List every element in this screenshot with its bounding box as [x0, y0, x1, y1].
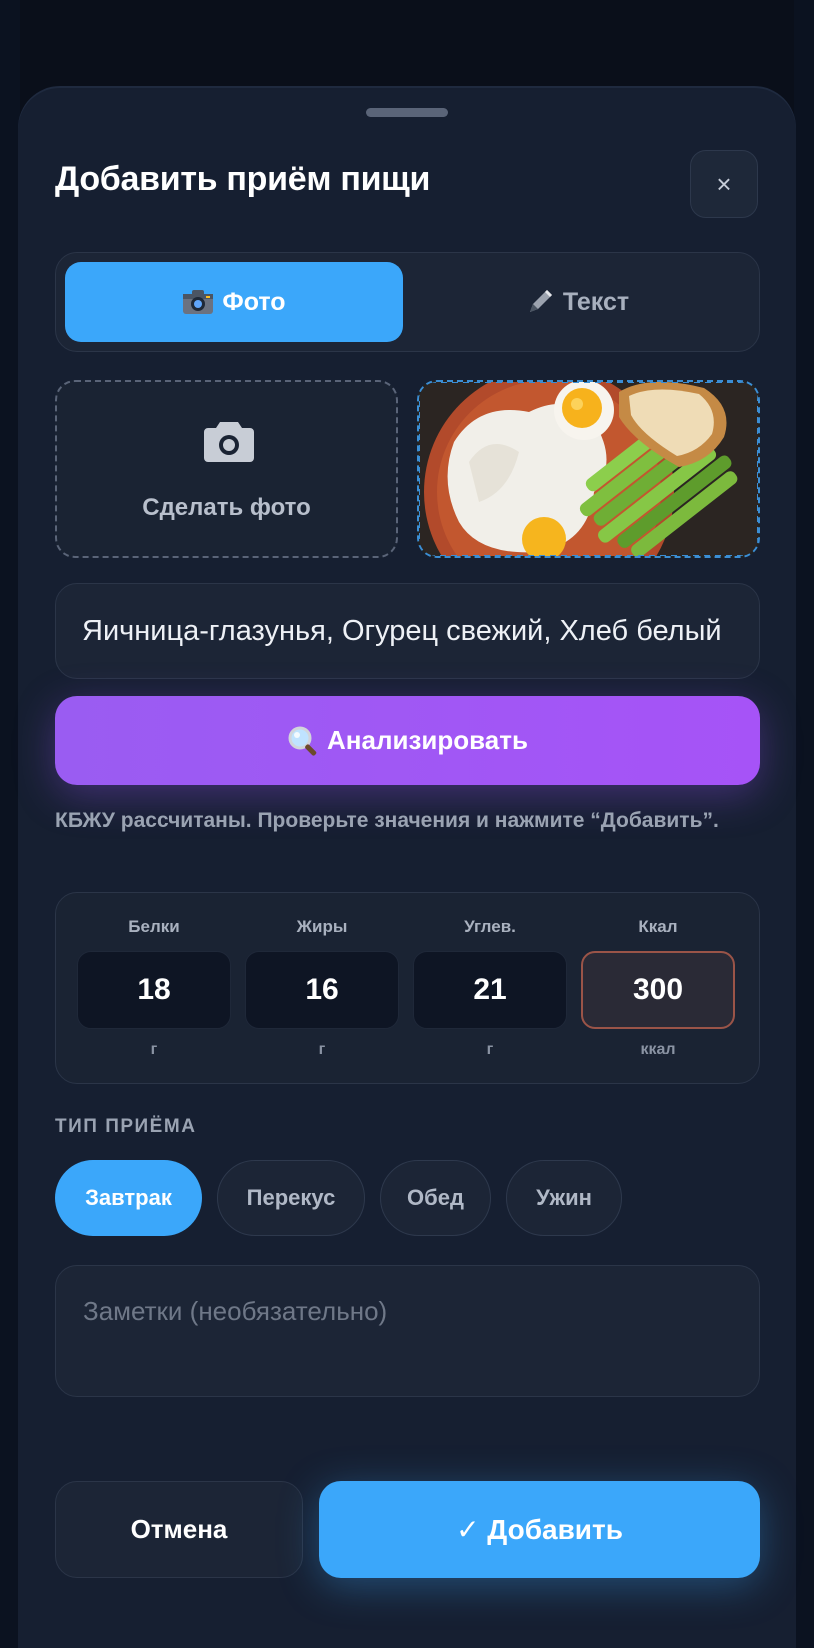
- analyze-label: Анализировать: [327, 725, 528, 755]
- notes-placeholder: Заметки (необязательно): [83, 1296, 388, 1326]
- notes-textarea[interactable]: Заметки (необязательно): [55, 1265, 760, 1397]
- close-button[interactable]: ×: [690, 150, 758, 218]
- macro-protein-input[interactable]: 18: [77, 951, 231, 1029]
- food-description-value: Яичница-глазунья, Огурец свежий, Хлеб бе…: [82, 614, 722, 647]
- analysis-hint: КБЖУ рассчитаны. Проверьте значения и на…: [55, 809, 719, 832]
- photo-preview[interactable]: [417, 380, 760, 558]
- take-photo-button[interactable]: Сделать фото: [55, 380, 398, 558]
- macro-fat-label: Жиры: [296, 917, 348, 936]
- macro-carbs-input[interactable]: 21: [413, 951, 567, 1029]
- macro-fat-input[interactable]: 16: [245, 951, 399, 1029]
- take-photo-label: Сделать фото: [142, 494, 311, 521]
- tab-photo[interactable]: Фото: [65, 262, 403, 342]
- macro-kcal-label: Ккал: [638, 917, 678, 936]
- cancel-button[interactable]: Отмена: [55, 1481, 303, 1578]
- analyze-button[interactable]: Анализировать: [55, 696, 760, 785]
- meal-type-heading: ТИП ПРИЁМА: [55, 1116, 197, 1137]
- food-description-input[interactable]: Яичница-глазунья, Огурец свежий, Хлеб бе…: [55, 583, 760, 679]
- macro-carbs-label: Углев.: [464, 917, 516, 936]
- tab-text-label: Текст: [562, 287, 630, 316]
- meal-type-lunch[interactable]: Обед: [380, 1160, 491, 1236]
- tab-photo-label: Фото: [222, 287, 286, 316]
- close-icon: ×: [716, 168, 732, 199]
- tab-text[interactable]: Текст: [408, 262, 746, 342]
- macro-protein-unit: г: [150, 1041, 158, 1058]
- macro-fat-unit: г: [318, 1041, 326, 1058]
- macro-protein-label: Белки: [128, 917, 180, 936]
- meal-type-breakfast[interactable]: Завтрак: [55, 1160, 202, 1236]
- camera-icon: [182, 289, 214, 315]
- macro-carbs-unit: г: [486, 1041, 494, 1058]
- macros-panel: Белки 18 г Жиры 16 г Углев. 21 г Ккал 30…: [55, 892, 760, 1084]
- add-button[interactable]: ✓ Добавить: [319, 1481, 760, 1578]
- modal-title: Добавить приём пищи: [55, 160, 431, 198]
- input-mode-switcher: Фото Текст: [55, 252, 760, 352]
- macro-kcal-input[interactable]: 300: [581, 951, 735, 1029]
- meal-type-dinner[interactable]: Ужин: [506, 1160, 622, 1236]
- sheet-drag-handle[interactable]: [366, 108, 448, 117]
- macro-kcal-unit: ккал: [640, 1041, 676, 1058]
- pencil-icon: [525, 287, 555, 317]
- food-photo-image: [419, 382, 758, 556]
- magnifier-icon: [287, 725, 319, 757]
- camera-icon: [204, 420, 254, 467]
- meal-type-snack[interactable]: Перекус: [217, 1160, 365, 1236]
